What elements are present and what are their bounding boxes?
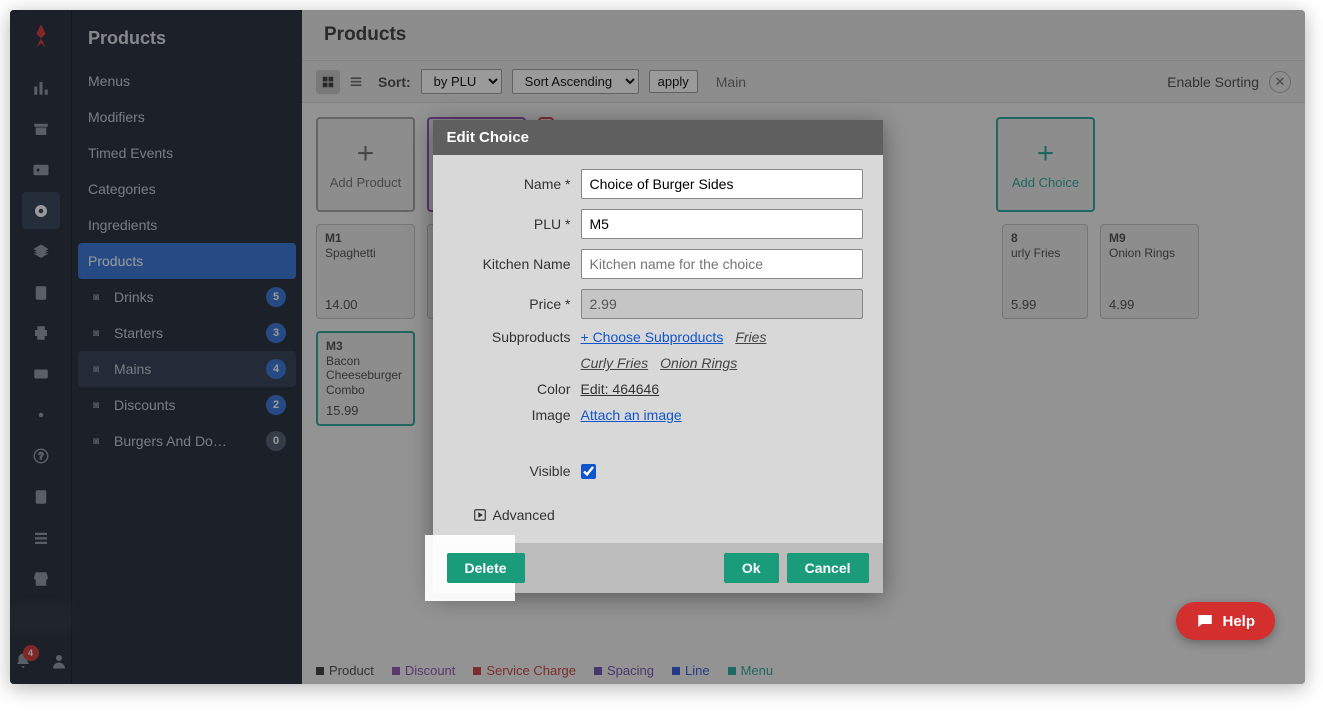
help-button[interactable]: Help — [1176, 602, 1275, 640]
visible-label: Visible — [453, 463, 581, 479]
edit-choice-modal: Edit Choice Name * PLU * Kitchen Name Pr… — [433, 120, 883, 593]
play-icon — [473, 508, 487, 522]
subproduct-item[interactable]: Curly Fries — [581, 355, 649, 371]
image-label: Image — [453, 407, 581, 423]
price-input — [581, 289, 863, 319]
subproduct-item[interactable]: Fries — [735, 329, 766, 345]
plu-input[interactable] — [581, 209, 863, 239]
cancel-button[interactable]: Cancel — [787, 553, 869, 583]
attach-image-link[interactable]: Attach an image — [581, 407, 682, 423]
name-input[interactable] — [581, 169, 863, 199]
advanced-label: Advanced — [493, 507, 555, 523]
kitchen-input[interactable] — [581, 249, 863, 279]
subproduct-item[interactable]: Onion Rings — [660, 355, 737, 371]
visible-checkbox[interactable] — [581, 464, 596, 479]
help-label: Help — [1222, 613, 1255, 630]
price-label: Price * — [453, 296, 581, 312]
plu-label: PLU * — [453, 216, 581, 232]
subproducts-label: Subproducts — [453, 329, 581, 345]
color-edit-link[interactable]: Edit: 464646 — [581, 381, 660, 397]
modal-overlay: Edit Choice Name * PLU * Kitchen Name Pr… — [10, 10, 1305, 684]
delete-button[interactable]: Delete — [447, 553, 525, 583]
modal-title: Edit Choice — [433, 120, 883, 155]
choose-subproducts-link[interactable]: + Choose Subproducts — [581, 329, 724, 345]
color-label: Color — [453, 381, 581, 397]
chat-icon — [1196, 612, 1214, 630]
ok-button[interactable]: Ok — [724, 553, 779, 583]
advanced-toggle[interactable]: Advanced — [453, 507, 863, 523]
kitchen-label: Kitchen Name — [453, 256, 581, 272]
name-label: Name * — [453, 176, 581, 192]
